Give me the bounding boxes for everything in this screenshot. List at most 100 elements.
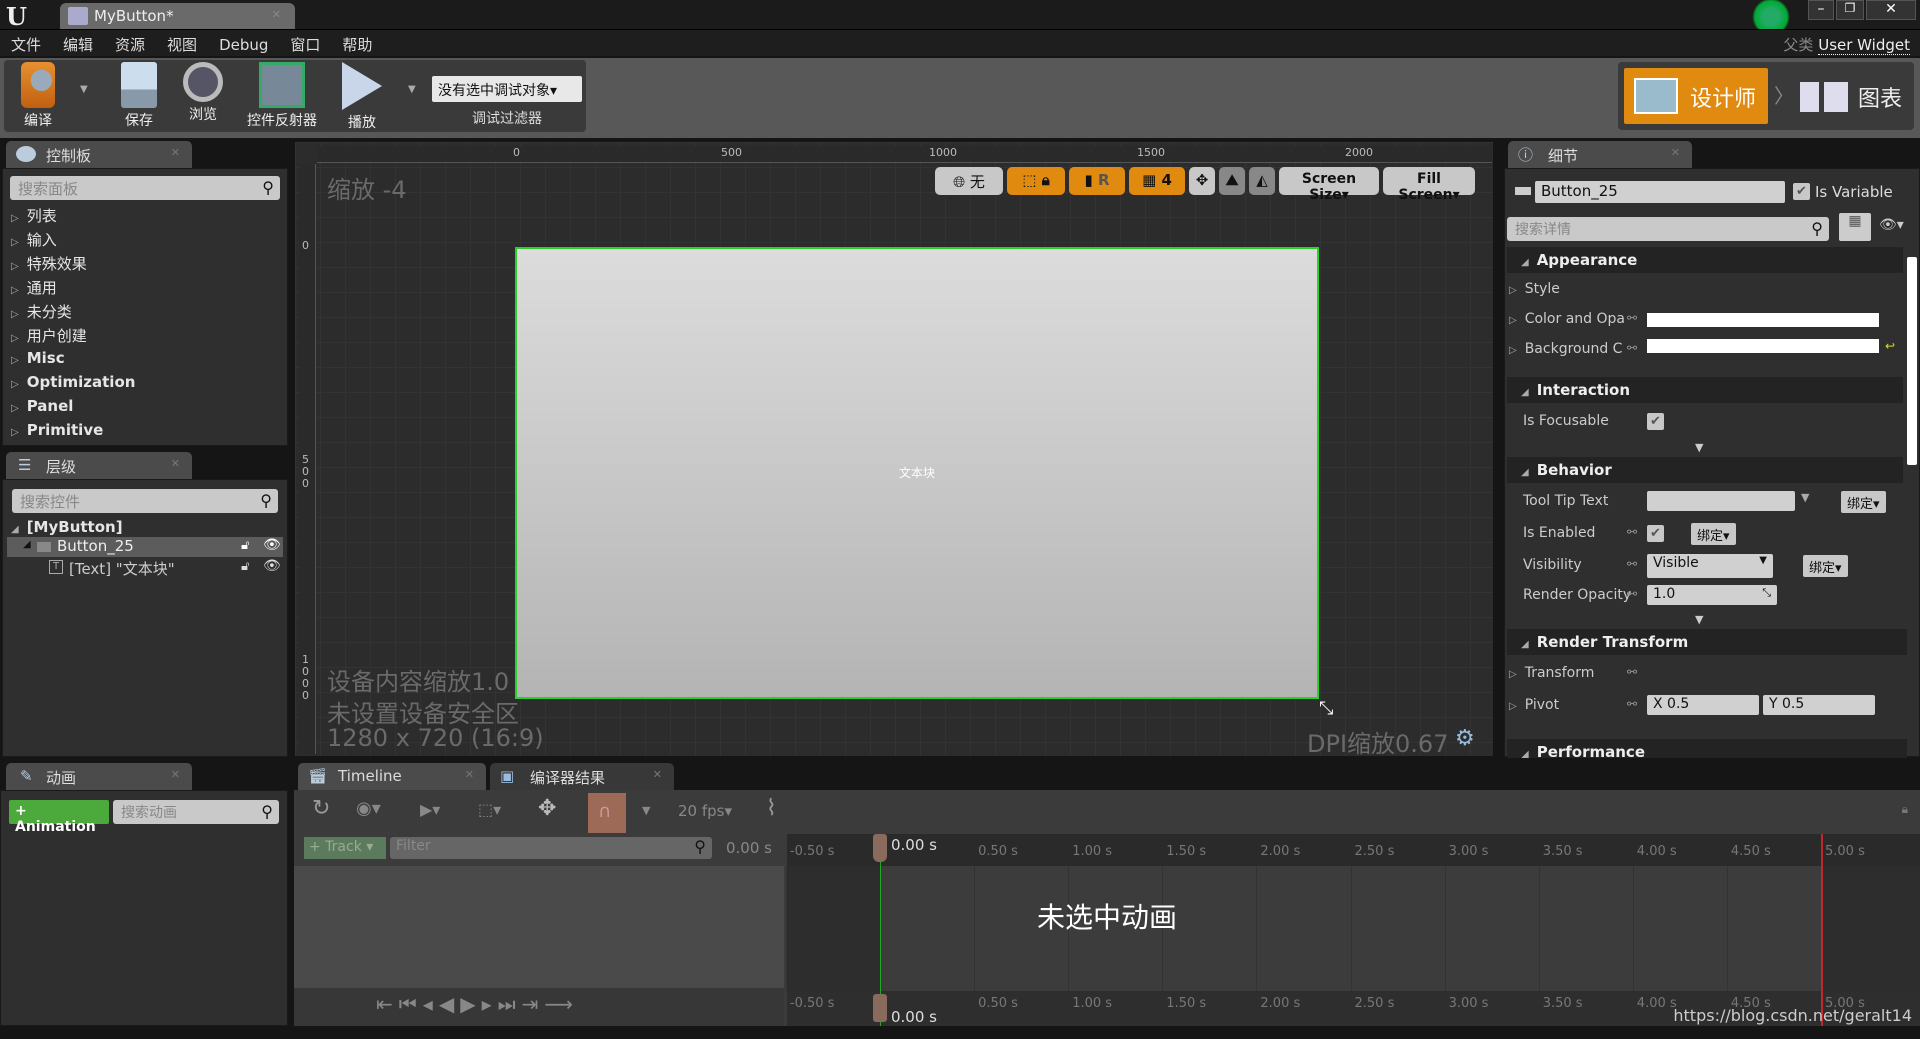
prop-transform[interactable]: ▷ Transform [1509, 665, 1594, 681]
details-tab[interactable]: ⓘ 细节 ✕ [1508, 141, 1692, 168]
visibility-eye-icon[interactable]: 👁︎ [263, 558, 281, 574]
menu-edit[interactable]: 编辑 [52, 30, 104, 55]
is-focusable-checkbox[interactable]: ✔ [1647, 413, 1664, 430]
animation-search-input[interactable]: 搜索动画 ⚲ [113, 800, 279, 824]
close-tab-icon[interactable]: ✕ [171, 768, 180, 781]
designer-mode-button[interactable]: 设计师 [1624, 68, 1768, 124]
close-tab-icon[interactable]: ✕ [272, 8, 281, 21]
binding-icon[interactable]: ⚯ [1627, 525, 1637, 539]
reset-to-default-icon[interactable]: ↩ [1885, 339, 1895, 353]
debug-target-select[interactable]: 没有选中调试对象▾ [432, 76, 582, 102]
timeline-track-area[interactable]: -0.50 s -0.50 s 0.50 s 0.50 s 1.00 s 1.00 s 1.… [785, 834, 1920, 1026]
is-enabled-bind-button[interactable]: 绑定▾ [1691, 523, 1736, 545]
prev-key-icon[interactable]: ⏮ [399, 992, 423, 1016]
next-frame-icon[interactable]: ▸ [482, 992, 498, 1016]
prop-pivot[interactable]: ▷ Pivot [1509, 697, 1559, 713]
details-search-input[interactable]: 搜索详情 ⚲ [1507, 217, 1829, 241]
fill-screen-dropdown[interactable]: Fill Screen▾ [1383, 167, 1475, 203]
animations-tab[interactable]: ✎ 动画 ✕ [6, 763, 192, 790]
curve-editor-icon[interactable]: ⌇ [766, 796, 777, 821]
menu-view[interactable]: 视图 [156, 30, 208, 55]
binding-icon[interactable]: ⚯ [1627, 587, 1637, 601]
widget-reflector-button[interactable]: 控件反射器 [240, 62, 324, 130]
maximize-button[interactable]: ❐ [1836, 0, 1864, 20]
zoom-to-fit-button[interactable]: ✥ [1189, 167, 1215, 195]
browse-button[interactable]: 浏览 [176, 62, 230, 124]
binding-icon[interactable]: ⚯ [1627, 697, 1637, 711]
reverse-play-icon[interactable]: ◀ [439, 992, 460, 1016]
end-marker[interactable] [1821, 834, 1823, 1026]
tree-root[interactable]: ◢ [MyButton] [11, 518, 123, 536]
tree-item-text[interactable]: T [Text] "文本块" 🔓︎ 👁︎ [7, 558, 283, 578]
next-key-icon[interactable]: ⏭ [498, 992, 522, 1016]
palette-category[interactable]: ▷ Primitive [11, 421, 103, 439]
palette-category[interactable]: ▷ Panel [11, 397, 73, 415]
compile-button[interactable]: 编译 [8, 62, 68, 130]
close-tab-icon[interactable]: ✕ [171, 457, 180, 470]
resize-handle-icon[interactable]: ⤡ [1319, 698, 1333, 719]
advanced-expand-icon[interactable]: ▼ [1695, 613, 1703, 626]
close-tab-icon[interactable]: ✕ [653, 768, 662, 781]
palette-category[interactable]: ▷ 特殊效果 [11, 253, 87, 274]
track-filter-input[interactable]: Filter ⚲ [390, 837, 712, 859]
grid-snap-toggle[interactable]: ▦ 4 [1129, 167, 1185, 195]
is-enabled-checkbox[interactable]: ✔ [1647, 525, 1664, 542]
snap-lock-toggle[interactable]: ⬚ 🔒︎ [1007, 167, 1065, 195]
section-appearance[interactable]: ◢ Appearance [1507, 247, 1903, 273]
render-opacity-input[interactable]: 1.0 ⤡ [1647, 585, 1777, 605]
close-tab-icon[interactable]: ✕ [1671, 146, 1680, 159]
menu-asset[interactable]: 资源 [104, 30, 156, 55]
play-options-icon[interactable]: ▶▾ [420, 800, 440, 819]
close-button[interactable]: ✕ [1866, 0, 1916, 20]
jump-start-icon[interactable]: ⇤ [376, 992, 399, 1016]
palette-category[interactable]: ▷ 列表 [11, 205, 57, 226]
menu-help[interactable]: 帮助 [331, 30, 383, 55]
undo-icon[interactable]: ↻ [312, 796, 330, 821]
palette-search-input[interactable]: 搜索面板 ⚲ [10, 176, 280, 200]
palette-category[interactable]: ▷ 未分类 [11, 301, 72, 322]
background-color-swatch[interactable] [1647, 339, 1879, 353]
prop-style[interactable]: ▷ Style [1509, 281, 1560, 297]
parent-class-link[interactable]: User Widget [1818, 36, 1910, 55]
palette-tab[interactable]: 控制板 ✕ [6, 141, 192, 168]
binding-icon[interactable]: ⚯ [1627, 665, 1637, 679]
section-behavior[interactable]: ◢ Behavior [1507, 457, 1903, 483]
tooltip-dropdown-icon[interactable]: ▼ [1801, 491, 1809, 504]
pivot-y-input[interactable]: Y 0.5 [1763, 695, 1875, 715]
section-interaction[interactable]: ◢ Interaction [1507, 377, 1903, 403]
is-variable-checkbox[interactable]: ✔ [1793, 183, 1810, 200]
view-options-eye-icon[interactable]: 👁︎▾ [1879, 217, 1904, 233]
advanced-expand-icon[interactable]: ▼ [1695, 441, 1703, 454]
close-tab-icon[interactable]: ✕ [465, 768, 474, 781]
binding-icon[interactable]: ⚯ [1627, 341, 1637, 355]
play-button[interactable]: 播放 [334, 62, 390, 132]
binding-icon[interactable]: ⚯ [1627, 311, 1637, 325]
details-scrollbar[interactable] [1907, 257, 1917, 465]
view-options-icon[interactable]: ◉▾ [356, 798, 381, 819]
menu-debug[interactable]: Debug [208, 32, 279, 54]
tooltip-text-input[interactable] [1647, 491, 1795, 511]
play-icon[interactable]: ▶ [460, 992, 481, 1016]
playhead-handle-bottom[interactable] [873, 994, 887, 1022]
prop-background[interactable]: ▷ Background C [1509, 341, 1622, 357]
selection-options-icon[interactable]: ⬚▾ [478, 800, 501, 819]
visibility-eye-icon[interactable]: 👁︎ [263, 537, 281, 553]
document-tab[interactable]: MyButton* ✕ [60, 3, 295, 29]
add-track-button[interactable]: + Track ▾ [304, 837, 386, 859]
canvas-text-block[interactable]: 文本块 [517, 464, 1317, 481]
flip-toggle[interactable]: ◭ [1249, 167, 1275, 195]
compiler-results-tab[interactable]: ▣ 编译器结果 ✕ [490, 763, 674, 790]
pivot-x-input[interactable]: X 0.5 [1647, 695, 1759, 715]
respect-locks-toggle[interactable]: ▮ R [1069, 167, 1125, 195]
lock-icon[interactable]: 🔓︎ [241, 559, 249, 574]
palette-category[interactable]: ▷ 通用 [11, 277, 57, 298]
prop-color[interactable]: ▷ Color and Opa [1509, 311, 1625, 327]
section-performance[interactable]: ◢ Performance [1507, 739, 1907, 758]
palette-category[interactable]: ▷ Misc [11, 349, 65, 367]
menu-file[interactable]: 文件 [0, 30, 52, 55]
add-animation-button[interactable]: + Animation [9, 800, 109, 835]
palette-category[interactable]: ▷ 用户创建 [11, 325, 87, 346]
lock-icon[interactable]: 🔒︎ [1902, 802, 1908, 817]
tree-item-button[interactable]: ◢ Button_25 🔓︎ 👁︎ [7, 537, 283, 557]
visibility-bind-button[interactable]: 绑定▾ [1803, 555, 1848, 577]
